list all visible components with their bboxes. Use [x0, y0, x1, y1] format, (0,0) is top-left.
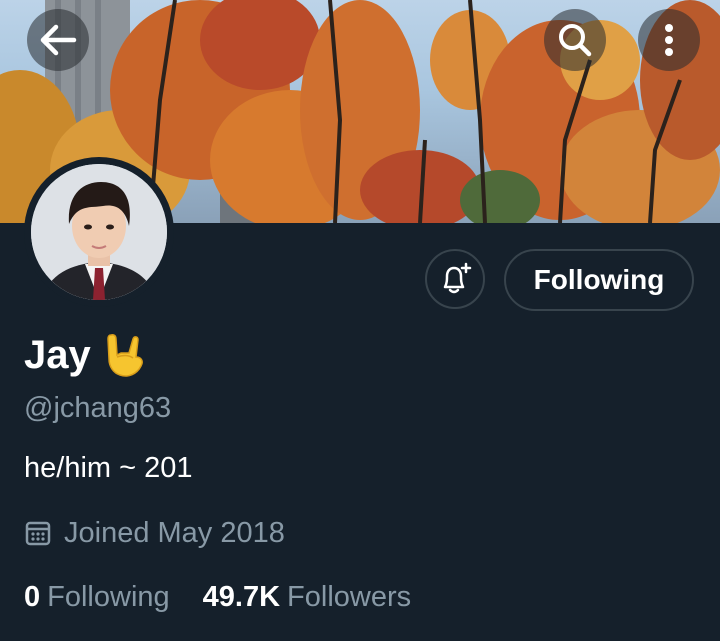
followers-stat[interactable]: 49.7K Followers: [203, 581, 411, 614]
profile-handle: @jchang63: [24, 392, 172, 424]
following-label: Following: [47, 580, 170, 613]
following-button[interactable]: Following: [504, 249, 694, 311]
profile-name: Jay: [24, 332, 91, 377]
profile-bio: he/him ~ 201: [24, 452, 193, 484]
profile-name-row: Jay: [24, 330, 147, 380]
joined-text: Joined May 2018: [64, 516, 285, 549]
notifications-button[interactable]: [425, 249, 485, 309]
rock-hand-icon: [106, 334, 143, 377]
rock-hand-emoji: [103, 331, 147, 379]
more-options-button[interactable]: [638, 9, 700, 71]
back-button[interactable]: [27, 9, 89, 71]
following-stat[interactable]: 0 Following: [24, 581, 170, 614]
avatar[interactable]: [31, 164, 167, 300]
follow-stats: 0 Following 49.7K Followers: [24, 578, 411, 616]
followers-label: Followers: [287, 580, 412, 613]
joined-date: Joined May 2018: [24, 515, 285, 551]
more-vertical-icon: [665, 24, 673, 56]
followers-count: 49.7K: [202, 580, 281, 613]
bell-plus-icon: [443, 262, 472, 294]
search-button[interactable]: [544, 9, 606, 71]
search-icon: [559, 24, 592, 57]
calendar-icon: [25, 521, 51, 546]
avatar-image: [31, 164, 167, 300]
following-count: 0: [24, 580, 41, 613]
arrow-left-icon: [40, 24, 77, 56]
